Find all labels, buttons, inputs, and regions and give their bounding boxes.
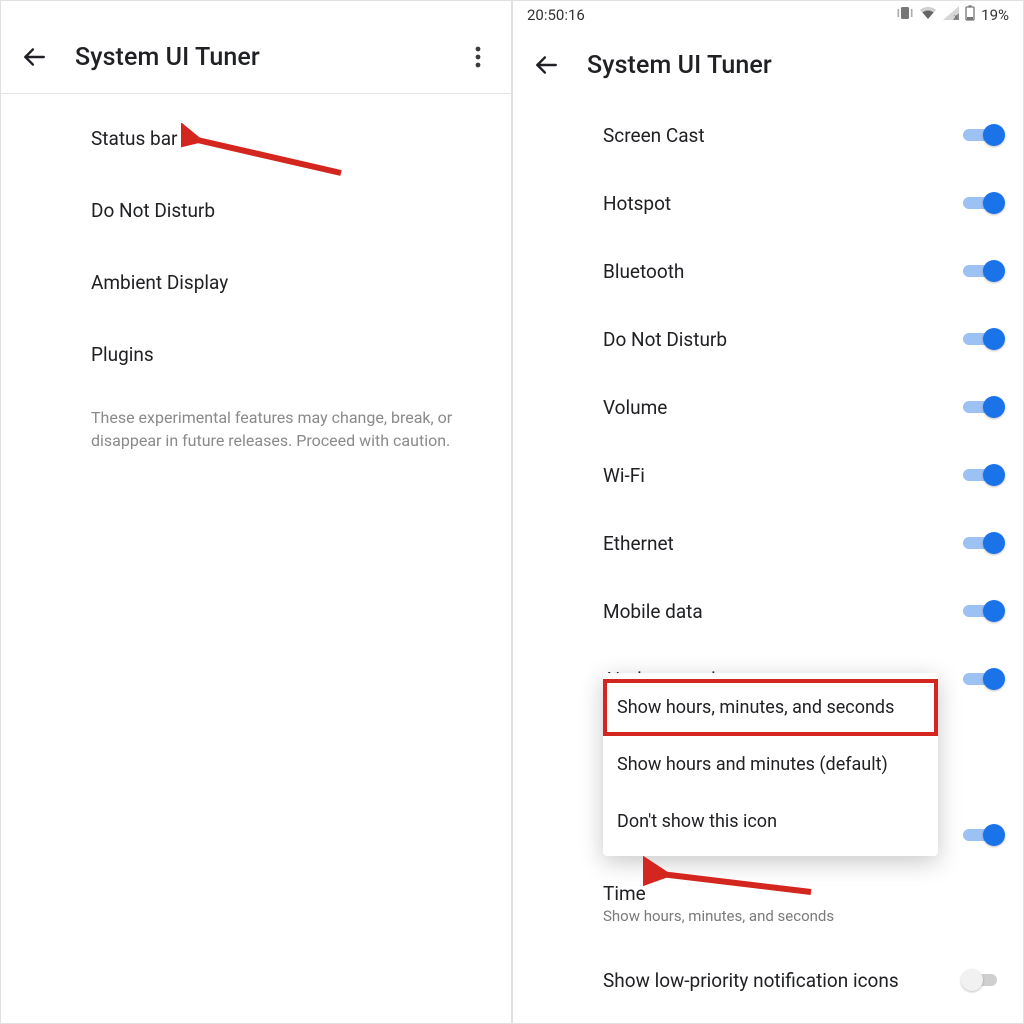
switch-icon[interactable] bbox=[963, 259, 1003, 283]
switch-icon[interactable] bbox=[963, 823, 1003, 847]
panel-left: System UI Tuner Status bar Do Not Distur… bbox=[0, 0, 512, 1024]
time-options-dropdown: Show hours, minutes, and seconds Show ho… bbox=[603, 673, 938, 856]
option-show-hm-default[interactable]: Show hours and minutes (default) bbox=[603, 736, 938, 793]
panel-right: 20:50:16 x 19% System UI Tuner Screen Ca… bbox=[512, 0, 1024, 1024]
toggle-label: Mobile data bbox=[603, 600, 953, 623]
signal-icon: x bbox=[943, 6, 959, 24]
setting-time-subtitle: Show hours, minutes, and seconds bbox=[603, 907, 834, 925]
menu-item-label: Plugins bbox=[91, 343, 154, 366]
switch-icon[interactable] bbox=[963, 599, 1003, 623]
menu-item-ambient-display[interactable]: Ambient Display bbox=[1, 246, 511, 318]
switch-icon[interactable] bbox=[963, 395, 1003, 419]
back-icon[interactable] bbox=[21, 44, 47, 70]
experimental-footnote: These experimental features may change, … bbox=[1, 390, 511, 452]
back-icon[interactable] bbox=[533, 52, 559, 78]
switch-icon[interactable] bbox=[963, 968, 1003, 992]
android-status-bar: 20:50:16 x 19% bbox=[513, 1, 1023, 29]
wifi-icon bbox=[919, 6, 937, 24]
toggle-low-priority-notification-icons[interactable]: Show low-priority notification icons bbox=[513, 943, 1023, 1017]
left-content: Status bar Do Not Disturb Ambient Displa… bbox=[1, 94, 511, 1023]
toggle-ethernet[interactable]: Ethernet bbox=[513, 509, 1023, 577]
page-title: System UI Tuner bbox=[587, 51, 772, 80]
menu-item-plugins[interactable]: Plugins bbox=[1, 318, 511, 390]
menu-item-do-not-disturb[interactable]: Do Not Disturb bbox=[1, 174, 511, 246]
statusbar-time: 20:50:16 bbox=[527, 6, 585, 24]
option-show-hms[interactable]: Show hours, minutes, and seconds bbox=[603, 679, 938, 736]
switch-icon[interactable] bbox=[963, 531, 1003, 555]
toggle-hotspot[interactable]: Hotspot bbox=[513, 169, 1023, 237]
switch-icon[interactable] bbox=[963, 667, 1003, 691]
menu-item-label: Do Not Disturb bbox=[91, 199, 215, 222]
battery-icon bbox=[965, 5, 975, 25]
appbar-right: System UI Tuner bbox=[513, 29, 1023, 101]
option-label: Show hours and minutes (default) bbox=[617, 754, 888, 775]
toggle-label: Hotspot bbox=[603, 192, 953, 215]
overflow-menu-icon[interactable] bbox=[465, 44, 491, 70]
toggle-label: Volume bbox=[603, 396, 953, 419]
statusbar-battery-pct: 19% bbox=[981, 6, 1009, 24]
switch-icon[interactable] bbox=[963, 463, 1003, 487]
toggle-volume[interactable]: Volume bbox=[513, 373, 1023, 441]
option-dont-show-icon[interactable]: Don't show this icon bbox=[603, 793, 938, 850]
toggle-screen-cast[interactable]: Screen Cast bbox=[513, 101, 1023, 169]
toggle-label: Show low-priority notification icons bbox=[603, 969, 953, 992]
page-title: System UI Tuner bbox=[75, 43, 260, 72]
toggle-mobile-data[interactable]: Mobile data bbox=[513, 577, 1023, 645]
option-label: Show hours, minutes, and seconds bbox=[617, 697, 894, 718]
toggle-label: Bluetooth bbox=[603, 260, 953, 283]
menu-item-label: Ambient Display bbox=[91, 271, 228, 294]
svg-text:x: x bbox=[954, 13, 958, 20]
toggle-label: Ethernet bbox=[603, 532, 953, 555]
toggle-bluetooth[interactable]: Bluetooth bbox=[513, 237, 1023, 305]
annotation-arrow-time bbox=[643, 856, 823, 906]
toggle-label: Do Not Disturb bbox=[603, 328, 953, 351]
switch-icon[interactable] bbox=[963, 327, 1003, 351]
vibrate-icon bbox=[897, 6, 913, 24]
switch-icon[interactable] bbox=[963, 191, 1003, 215]
annotation-arrow-statusbar bbox=[181, 123, 351, 183]
toggle-wifi[interactable]: Wi-Fi bbox=[513, 441, 1023, 509]
menu-item-label: Status bar bbox=[91, 127, 177, 150]
appbar-left: System UI Tuner bbox=[1, 21, 511, 93]
option-label: Don't show this icon bbox=[617, 811, 777, 832]
switch-icon[interactable] bbox=[963, 123, 1003, 147]
toggle-do-not-disturb[interactable]: Do Not Disturb bbox=[513, 305, 1023, 373]
toggle-label: Screen Cast bbox=[603, 124, 953, 147]
toggle-label: Wi-Fi bbox=[603, 464, 953, 487]
